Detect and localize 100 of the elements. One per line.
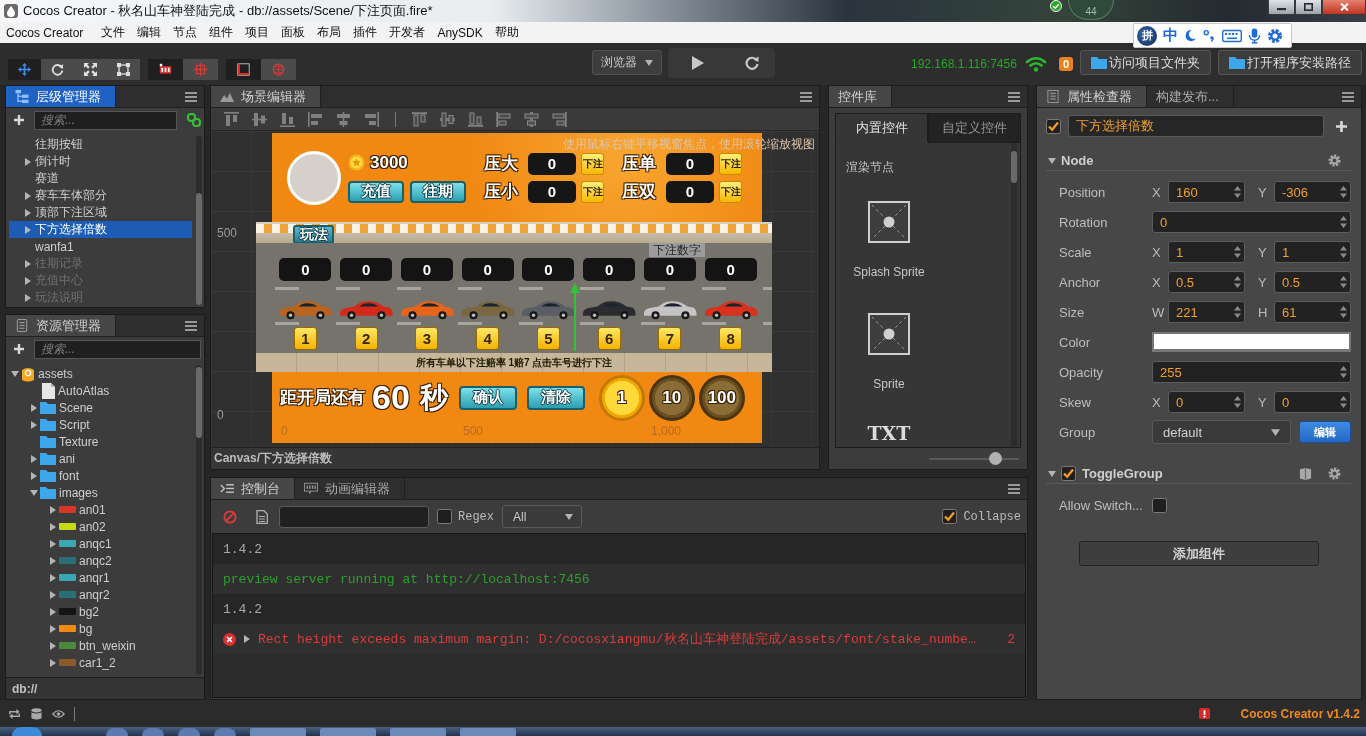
menu-icon[interactable] <box>1008 483 1020 494</box>
tree-item[interactable]: anqc1 <box>9 535 192 552</box>
library-tab[interactable]: 内置控件 <box>835 113 928 143</box>
database-icon[interactable] <box>30 707 43 720</box>
caret-right-icon[interactable] <box>50 522 56 531</box>
stepper-icon[interactable] <box>1233 273 1242 291</box>
search-field[interactable]: 搜索... <box>34 110 177 130</box>
caret-right-icon[interactable] <box>25 208 31 217</box>
moon-icon[interactable] <box>1184 29 1197 42</box>
tree-item[interactable]: anqc2 <box>9 552 192 569</box>
menu-icon[interactable] <box>185 320 197 331</box>
add-icon[interactable] <box>14 115 24 125</box>
stepper-icon[interactable] <box>1339 213 1348 231</box>
menu-icon[interactable] <box>800 91 812 102</box>
car-number-button[interactable]: 1 <box>293 327 317 350</box>
menu-item[interactable]: 布局 <box>311 24 348 41</box>
menu-item[interactable]: 组件 <box>203 24 240 41</box>
caret-down-icon[interactable] <box>30 489 38 496</box>
bet-button[interactable]: 下注 <box>581 180 604 203</box>
add-icon[interactable] <box>1336 120 1347 132</box>
distribute-top-icon[interactable] <box>412 111 427 127</box>
scrollbar[interactable] <box>1011 143 1017 447</box>
number-field[interactable]: -306 <box>1274 181 1351 203</box>
stepper-icon[interactable] <box>1339 363 1348 381</box>
checkbox[interactable] <box>1046 118 1061 134</box>
settings-icon[interactable] <box>1328 467 1341 480</box>
chip-button[interactable]: 100 <box>698 374 745 421</box>
panel-tab[interactable]: 场景编辑器 <box>211 86 321 107</box>
menu-item[interactable]: Cocos Creator <box>0 25 90 40</box>
eye-icon[interactable] <box>52 707 65 720</box>
tree-item[interactable]: Scene <box>9 399 192 416</box>
align-left-icon[interactable] <box>308 111 323 127</box>
caret-right-icon[interactable] <box>31 420 37 429</box>
caret-right-icon[interactable] <box>50 590 56 599</box>
car-number-button[interactable]: 4 <box>476 327 500 350</box>
menu-item[interactable]: 帮助 <box>488 24 525 41</box>
play-button[interactable] <box>668 48 728 78</box>
ime-logo[interactable]: 拼 <box>1137 25 1157 46</box>
scrollbar-thumb[interactable] <box>196 367 202 438</box>
loop-icon[interactable] <box>8 707 21 720</box>
distribute-bottom-icon[interactable] <box>468 111 483 127</box>
toolbar-button[interactable]: 访问项目文件夹 <box>1080 50 1211 75</box>
number-field[interactable]: 61 <box>1274 301 1351 323</box>
tree-item[interactable]: assets <box>9 365 192 382</box>
tree-item[interactable]: 赛车车体部分 <box>9 187 192 204</box>
tool-button[interactable] <box>41 59 74 80</box>
stepper-icon[interactable] <box>1339 273 1348 291</box>
start-button[interactable] <box>12 727 42 736</box>
node-name-field[interactable]: 下方选择倍数 <box>1068 115 1324 137</box>
tree-item[interactable]: wanfa1 <box>9 238 192 255</box>
refresh-button[interactable] <box>728 48 775 78</box>
tool-button[interactable] <box>148 59 183 80</box>
caret-down-icon[interactable] <box>1048 470 1056 477</box>
tree-item[interactable]: ani <box>9 450 192 467</box>
microphone-icon[interactable] <box>1248 27 1261 44</box>
menu-item[interactable]: 编辑 <box>131 24 168 41</box>
caret-right-icon[interactable] <box>25 259 31 268</box>
tree-item[interactable]: AutoAtlas <box>9 382 192 399</box>
caret-right-icon[interactable] <box>50 624 56 633</box>
tree-item[interactable]: btn_weixin <box>9 637 192 654</box>
caret-right-icon[interactable] <box>50 658 56 667</box>
stepper-icon[interactable] <box>1233 243 1242 261</box>
tree-item[interactable]: Texture <box>9 433 192 450</box>
menu-item[interactable]: 插件 <box>347 24 384 41</box>
caret-right-icon[interactable] <box>50 505 56 514</box>
tree-item[interactable]: 赛道 <box>9 170 192 187</box>
book-icon[interactable] <box>1299 467 1312 480</box>
number-field[interactable]: 160 <box>1168 181 1245 203</box>
level-dropdown[interactable]: All <box>502 505 582 528</box>
caret-right-icon[interactable] <box>31 454 37 463</box>
widget-item[interactable]: Sprite <box>846 313 932 391</box>
car-number-button[interactable]: 7 <box>658 327 682 350</box>
menu-item[interactable]: 节点 <box>167 24 204 41</box>
caret-right-icon[interactable] <box>25 191 31 200</box>
number-field[interactable]: 255 <box>1152 361 1351 383</box>
tree-item[interactable]: anqr1 <box>9 569 192 586</box>
tree-item[interactable]: Script <box>9 416 192 433</box>
caret-right-icon[interactable] <box>25 157 31 166</box>
caret-down-icon[interactable] <box>1048 157 1056 164</box>
search-field[interactable]: 搜索... <box>34 339 201 359</box>
distribute-right-icon[interactable] <box>552 111 567 127</box>
caret-down-icon[interactable] <box>11 370 19 377</box>
scrollbar-thumb[interactable] <box>196 193 202 305</box>
tree-item[interactable]: an01 <box>9 501 192 518</box>
settings-icon[interactable] <box>1267 27 1283 44</box>
chip-button[interactable]: 10 <box>648 374 695 421</box>
tree-item[interactable]: 往期按钮 <box>9 136 192 153</box>
tree-item[interactable]: font <box>9 467 192 484</box>
caret-right-icon[interactable] <box>50 607 56 616</box>
widget-item[interactable]: Splash Sprite <box>846 201 932 279</box>
slider-thumb[interactable] <box>988 452 1002 465</box>
tree-item[interactable]: car1_2 <box>9 654 192 671</box>
number-field[interactable]: 1 <box>1168 241 1245 263</box>
menu-item[interactable]: AnySDK <box>431 25 489 40</box>
distribute-center-icon[interactable] <box>524 111 539 127</box>
ime-mode-toggle[interactable]: 中 <box>1163 26 1178 45</box>
stepper-icon[interactable] <box>1339 303 1348 321</box>
edit-button[interactable]: 编辑 <box>1299 421 1351 443</box>
close-button[interactable] <box>1322 0 1366 15</box>
settings-icon[interactable] <box>1328 154 1341 167</box>
